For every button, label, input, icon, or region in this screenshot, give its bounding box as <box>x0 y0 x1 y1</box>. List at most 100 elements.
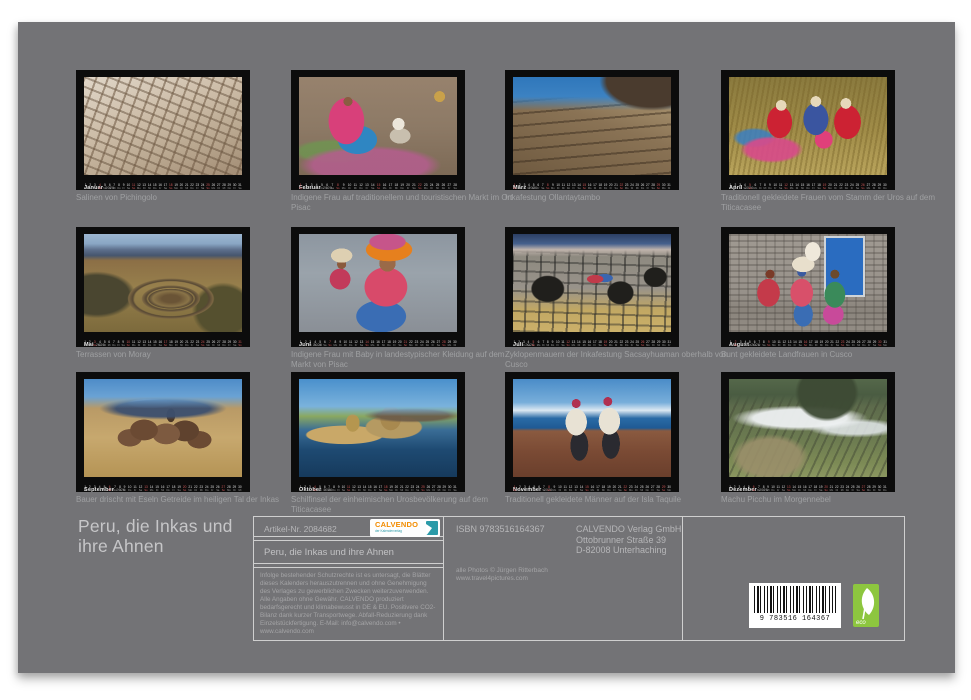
mini-calendar-day: 14So <box>365 341 369 348</box>
mini-calendar-header: Juni2026 <box>299 333 457 339</box>
mini-calendar-day: 5Sa <box>103 486 106 493</box>
mini-calendar-day: 10Do <box>771 486 775 493</box>
mini-calendar-day: 1So <box>513 486 516 493</box>
mini-calendar-day: 30Fr <box>233 184 237 191</box>
mini-calendar-day: 25Mi <box>436 184 440 191</box>
month-frame: November2026 1So2Mo3Di4Mi5Do6Fr7Sa8So9Mo… <box>505 372 679 492</box>
mini-calendar-day: 28Do <box>222 341 226 348</box>
mini-calendar-day: 28Mo <box>227 486 231 493</box>
mini-calendar-day: 4Do <box>314 341 317 348</box>
mini-calendar-day: 25So <box>206 184 210 191</box>
mini-calendar-day: 26Mo <box>427 486 431 493</box>
mini-calendar-day: 20Mi <box>180 341 184 348</box>
mini-calendar-day: 16Mo <box>591 486 595 493</box>
mini-calendar-day: 11Fr <box>777 486 780 493</box>
month-caption: Bauer drischt mit Eseln Getreide im heil… <box>76 495 302 505</box>
month-frame: Januar2026 1Do2Fr3Sa4So5Mo6Di7Mi8Do9Fr10… <box>76 70 250 190</box>
mini-calendar-day: 13Mo <box>572 341 576 348</box>
mini-calendar-day: 2Do <box>734 184 737 191</box>
mini-calendar-day: 30Fr <box>448 486 452 493</box>
mini-calendar-day: 19Do <box>607 486 611 493</box>
mini-calendar-day: 16Sa <box>158 341 162 348</box>
month-caption: Machu Picchu im Morgennebel <box>721 495 947 505</box>
mini-calendar-day: 11So <box>132 184 135 191</box>
calvendo-logo-text: CALVENDO <box>375 521 426 528</box>
mini-calendar-day: 11Mo <box>132 341 136 348</box>
mini-calendar-day: 7So <box>328 341 331 348</box>
mini-calendar-day: 10Di <box>556 184 560 191</box>
mini-calendar-day: 8Fr <box>117 341 119 348</box>
mini-calendar-day: 20Mo <box>609 341 613 348</box>
mini-calendar-day: 10Di <box>348 184 352 191</box>
month-frame: Februar2026 1So2Mo3Di4Mi5Do6Fr7Sa8So9Mo1… <box>291 70 465 190</box>
mini-calendar-day: 20Di <box>395 486 399 493</box>
calvendo-logo-icon <box>426 521 438 535</box>
mini-calendar-day: 26Sa <box>216 486 220 493</box>
mini-calendar-day: 24Sa <box>201 184 205 191</box>
mini-calendar-day: 22Di <box>835 486 839 493</box>
month-photo <box>513 379 671 477</box>
mini-calendar-day: 16So <box>804 341 808 348</box>
mini-calendar-day: 15Di <box>155 486 159 493</box>
mini-calendar-day: 21So <box>404 341 408 348</box>
mini-calendar-day: 26So <box>641 341 645 348</box>
mini-calendar-day: 25Sa <box>856 184 860 191</box>
mini-calendar-day: 29Do <box>228 184 232 191</box>
mini-calendar-day: 25Fr <box>851 486 855 493</box>
mini-calendar-day: 4Mo <box>98 341 102 348</box>
mini-calendar-day: 4Sa <box>527 341 530 348</box>
mini-calendar-day: 9Sa <box>122 341 125 348</box>
mini-calendar-day: 10Mi <box>343 341 347 348</box>
mini-calendar-day: 7Sa <box>541 184 544 191</box>
mini-calendar-day: 28Fr <box>867 341 871 348</box>
mini-calendar-day: 13Do <box>788 341 792 348</box>
month-photo <box>729 77 887 175</box>
mini-calendar-day: 22So <box>624 486 628 493</box>
month-frame: Oktober2026 1Do2Fr3Sa4So5Mo6Di7Mi8Do9Fr1… <box>291 372 465 492</box>
mini-calendar-day: 18Mi <box>395 184 399 191</box>
mini-calendar-day: 6Fr <box>326 184 328 191</box>
mini-calendar-day: 8Mi <box>764 184 767 191</box>
mini-calendar-day: 11Di <box>777 341 780 348</box>
mini-calendar-day: 1Mi <box>729 184 732 191</box>
month-photo <box>84 234 242 332</box>
month-caption: Indigene Frau mit Baby in landestypische… <box>291 350 517 369</box>
mini-calendar-day: 14Di <box>577 341 581 348</box>
mini-calendar-day: 11Do <box>349 341 352 348</box>
mini-calendar-day: 20Fr <box>609 184 613 191</box>
mini-calendar-day: 24Do <box>205 486 209 493</box>
mini-calendar-day: 10So <box>127 341 131 348</box>
legal-box: Infolge bestehender Schutzrechte ist es … <box>253 567 444 641</box>
mini-calendar-day: 1So <box>513 184 516 191</box>
mini-calendar-day: 25So <box>421 486 425 493</box>
mini-calendar-day: 27Sa <box>437 341 441 348</box>
month-frame: August2026 1Sa2So3Mo4Di5Mi6Do7Fr8Sa9So10… <box>721 227 895 347</box>
mini-calendar-day: 25Fr <box>211 486 215 493</box>
mini-calendar-day: 30Mi <box>238 486 242 493</box>
mini-calendar-day: 6Mo <box>537 341 541 348</box>
mini-calendar-day: 24Sa <box>416 486 420 493</box>
mini-calendar-day: 2Mo <box>518 184 522 191</box>
mini-calendar-header: Februar2026 <box>299 176 457 182</box>
mini-calendar-day: 18Di <box>814 341 818 348</box>
mini-calendar-day: 17Sa <box>164 184 168 191</box>
mini-calendar-day: 31Do <box>883 486 887 493</box>
month-caption: Schilfinsel der einheimischen Urosbevölk… <box>291 495 517 514</box>
mini-calendar-days: 1So2Mo3Di4Mi5Do6Fr7Sa8So9Mo10Di11Mi12Do1… <box>513 184 671 191</box>
mini-calendar-header: Juli2026 <box>513 333 671 339</box>
mini-calendar-day: 16Mo <box>588 184 592 191</box>
mini-calendar-day: 8Di <box>762 486 764 493</box>
mini-calendar-day: 30Do <box>883 184 887 191</box>
month-photo <box>84 77 242 175</box>
mini-calendar-day: 17Fr <box>812 184 816 191</box>
mini-calendar-day: 14Mi <box>148 184 152 191</box>
month-photo <box>729 234 887 332</box>
month-frame: Juli2026 1Mi2Do3Fr4Sa5So6Mo7Di8Mi9Do10Fr… <box>505 227 679 347</box>
mini-calendar-day: 15Sa <box>798 341 802 348</box>
mini-calendar-day: 1Do <box>299 486 302 493</box>
mini-calendar-day: 3Di <box>523 184 525 191</box>
info-box: Artikel-Nr. 2084682 CALVENDO der Kalende… <box>253 516 905 641</box>
mini-calendar-day: 4So <box>98 184 101 191</box>
calendar-title: Peru, die Inkas undihre Ahnen <box>78 516 233 556</box>
calendar-month-tile: Januar2026 1Do2Fr3Sa4So5Mo6Di7Mi8Do9Fr10… <box>76 70 250 190</box>
